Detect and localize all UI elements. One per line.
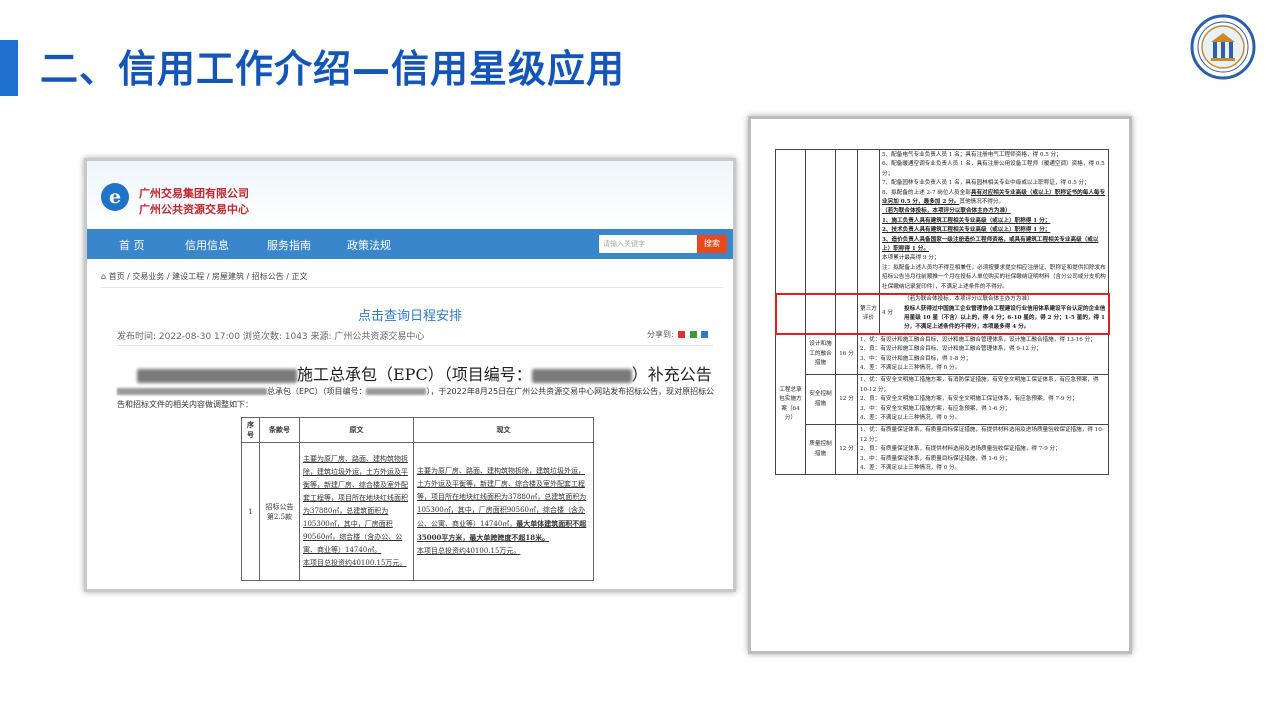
site-name-line2: 广州公共资源交易中心 xyxy=(139,203,249,216)
notice-intro: 总承包（EPC）（项目编号： ），于2022年8月25日在广州公共资源交易中心网站… xyxy=(117,387,715,409)
schedule-link[interactable]: 点击查询日程安排 xyxy=(87,305,733,324)
row-original: 主要为原厂房、路面、建构筑物拆除，建筑垃圾外运，土方外运及平衡等，新建厂房、综合… xyxy=(299,442,414,581)
header-clause: 条款号 xyxy=(259,417,300,443)
third-party-label: 第三方评价 xyxy=(857,293,880,335)
table-row: 工程总承包实施方案（64 分） 设计和施工的融合措施 16 分 1、优：有设计和… xyxy=(775,333,1109,476)
redacted-code xyxy=(366,388,427,395)
site-header: e 广州交易集团有限公司 广州公共资源交易中心 xyxy=(87,161,733,229)
title-accent-bar xyxy=(0,40,18,96)
row-clause: 招标公告第2.5款 xyxy=(259,442,300,581)
header-no: 序号 xyxy=(241,417,260,443)
header-original: 原文 xyxy=(299,417,414,443)
divider xyxy=(117,345,713,346)
nav-service-guide[interactable]: 服务指南 xyxy=(267,237,311,253)
wechat-share-icon[interactable] xyxy=(689,331,697,338)
scoring-table: 5、配备电气专业负责人员 1 名；具有注册电气工程师资格，得 0.5 分； 6、… xyxy=(774,148,1110,476)
section-label: 工程总承包实施方案（64 分） xyxy=(775,333,806,476)
search-button[interactable]: 搜索 xyxy=(697,235,727,253)
row-criteria: 1、优：有安全文明施工措施方案，有消防保证措施，有安全文明施工保证体系，有应急预… xyxy=(857,374,1109,426)
redacted-project-name xyxy=(137,368,297,383)
site-name-line1: 广州交易集团有限公司 xyxy=(139,187,249,200)
organization-logo-icon xyxy=(1190,14,1256,80)
row-score: 12 分 xyxy=(835,424,858,476)
third-party-evaluation-row: 第三方评价 4 分 （若为联合体投标，本项评分以联合体主办方为准） 投标人获得过… xyxy=(774,292,1110,336)
row-label: 质量控制措施 xyxy=(805,424,836,476)
header-current: 现文 xyxy=(413,417,594,443)
divider xyxy=(101,287,723,288)
row-score: 12 分 xyxy=(835,374,858,426)
nav-home[interactable]: 首 页 xyxy=(119,237,145,253)
weibo-share-icon[interactable] xyxy=(678,331,686,338)
nav-credit-info[interactable]: 信用信息 xyxy=(185,237,229,253)
table-row: 安全控制措施 12 分 1、优：有安全文明施工措施方案，有消防保证措施，有安全文… xyxy=(776,374,1109,426)
table-row: 1 招标公告第2.5款 主要为原厂房、路面、建构筑物拆除，建筑垃圾外运，土方外运… xyxy=(241,442,594,581)
redacted-name xyxy=(117,388,267,395)
share-bar: 分享到: xyxy=(647,329,709,340)
row-criteria: 1、优：有设计和施工融合目标，设计和施工融合管理体系，设计施工融合措施，得 13… xyxy=(857,333,1109,376)
breadcrumb: ⌂ 首页 / 交易业务 / 建设工程 / 房屋建筑 / 招标公告 / 正文 xyxy=(101,272,308,281)
qzone-share-icon[interactable] xyxy=(701,331,709,338)
slide: 二、信用工作介绍—信用星级应用 e 广州交易集团有限公司 广州公共资源交易中心 … xyxy=(0,0,1280,720)
site-nav: 首 页 信用信息 服务指南 政策法规 请输入关键字 搜索 xyxy=(87,229,733,259)
notice-title: 施工总承包（EPC）（项目编号： ）补充公告 xyxy=(137,361,712,385)
announcement-screenshot: e 广州交易集团有限公司 广州公共资源交易中心 首 页 信用信息 服务指南 政策… xyxy=(84,158,736,592)
row-criteria: 1、优：有质量保证体系，有质量目标保证措施，有提供材料选用及进场质量验收保证措施… xyxy=(857,424,1109,476)
third-party-criteria: 4 分 （若为联合体投标，本项评分以联合体主办方为准） 投标人获得过中国施工企业… xyxy=(879,293,1109,335)
home-icon: ⌂ xyxy=(101,272,107,281)
change-table: 序号 条款号 原文 现文 1 招标公告第2.5款 主要为原厂房、路面、建构筑物拆… xyxy=(241,417,594,581)
row-label: 设计和施工的融合措施 xyxy=(805,333,836,376)
nav-policy[interactable]: 政策法规 xyxy=(347,237,391,253)
redacted-project-code xyxy=(531,368,632,383)
row-current: 主要为原厂房、路面、建构筑物拆除，建筑垃圾外运，土方外运及平衡等，新建厂房、综合… xyxy=(413,442,594,581)
table-row: 质量控制措施 12 分 1、优：有质量保证体系，有质量目标保证措施，有提供材料选… xyxy=(776,424,1109,476)
row-score: 16 分 xyxy=(835,333,858,376)
row-label: 安全控制措施 xyxy=(805,374,836,426)
search-input[interactable]: 请输入关键字 xyxy=(599,235,697,253)
article-meta: 发布时间: 2022-08-30 17:00 浏览次数: 1043 来源: 广州… xyxy=(117,332,425,342)
slide-title: 二、信用工作介绍—信用星级应用 xyxy=(40,47,626,91)
scoring-document-screenshot: 5、配备电气专业负责人员 1 名；具有注册电气工程师资格，得 0.5 分； 6、… xyxy=(748,116,1132,654)
personnel-criteria: 5、配备电气专业负责人员 1 名；具有注册电气工程师资格，得 0.5 分； 6、… xyxy=(879,148,1109,295)
row-no: 1 xyxy=(241,442,260,581)
third-party-score: 4 分 xyxy=(882,310,893,317)
site-logo-icon[interactable]: e xyxy=(101,183,129,211)
